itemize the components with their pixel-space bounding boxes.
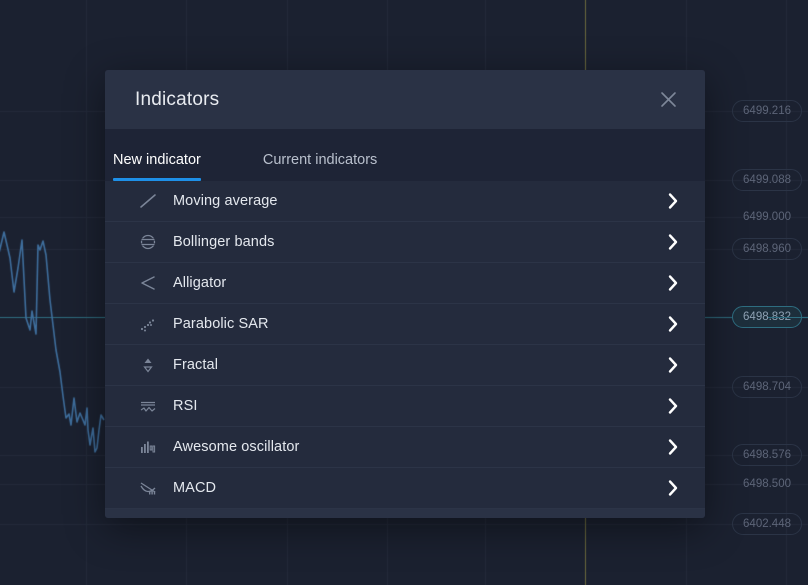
dialog-footer [105, 509, 705, 518]
indicators-dialog: Indicators New indicator Current indicato… [105, 70, 705, 518]
tab-label: New indicator [113, 152, 201, 168]
page-title: Indicators [135, 89, 653, 111]
rsi-icon [135, 396, 161, 416]
indicator-row[interactable]: Alligator [105, 263, 705, 304]
price-label: 6498.500 [732, 473, 802, 495]
indicator-row[interactable]: RSI [105, 386, 705, 427]
chevron-right-icon[interactable] [663, 396, 683, 416]
indicator-label: Alligator [173, 275, 663, 291]
price-label: 6499.216 [732, 100, 802, 122]
tab-label: Current indicators [263, 152, 377, 168]
indicator-label: Moving average [173, 193, 663, 209]
chevron-right-icon[interactable] [663, 478, 683, 498]
chevron-right-icon[interactable] [663, 314, 683, 334]
parabolic-sar-icon [135, 314, 161, 334]
alligator-icon [135, 273, 161, 293]
indicator-list: Moving average Bollinger bands Alligator Pa… [105, 181, 705, 509]
moving-average-icon [135, 191, 161, 211]
price-label: 6498.704 [732, 376, 802, 398]
awesome-oscillator-icon [135, 437, 161, 457]
chevron-right-icon[interactable] [663, 437, 683, 457]
price-label: 6402.448 [732, 513, 802, 535]
chevron-right-icon[interactable] [663, 355, 683, 375]
indicator-label: Bollinger bands [173, 234, 663, 250]
indicator-row[interactable]: Fractal [105, 345, 705, 386]
indicator-label: Awesome oscillator [173, 439, 663, 455]
price-label: 6498.960 [732, 238, 802, 260]
fractal-icon [135, 355, 161, 375]
indicator-row[interactable]: MACD [105, 468, 705, 509]
price-label: 6499.000 [732, 206, 802, 228]
tab-new-indicator[interactable]: New indicator [113, 153, 241, 182]
indicator-row[interactable]: Awesome oscillator [105, 427, 705, 468]
indicator-label: RSI [173, 398, 663, 414]
indicator-label: Parabolic SAR [173, 316, 663, 332]
price-label: 6499.088 [732, 169, 802, 191]
indicator-row[interactable]: Moving average [105, 181, 705, 222]
price-label: 6498.576 [732, 444, 802, 466]
close-icon[interactable] [653, 85, 683, 115]
bollinger-bands-icon [135, 232, 161, 252]
chevron-right-icon[interactable] [663, 232, 683, 252]
chevron-right-icon[interactable] [663, 273, 683, 293]
indicator-row[interactable]: Bollinger bands [105, 222, 705, 263]
dialog-header: Indicators [105, 70, 705, 129]
macd-icon [135, 478, 161, 498]
chevron-right-icon[interactable] [663, 191, 683, 211]
indicator-row[interactable]: Parabolic SAR [105, 304, 705, 345]
current-price-line [768, 317, 808, 318]
dialog-tabs: New indicator Current indicators [105, 129, 705, 181]
tab-current-indicators[interactable]: Current indicators [241, 153, 399, 182]
indicator-label: MACD [173, 480, 663, 496]
indicator-label: Fractal [173, 357, 663, 373]
